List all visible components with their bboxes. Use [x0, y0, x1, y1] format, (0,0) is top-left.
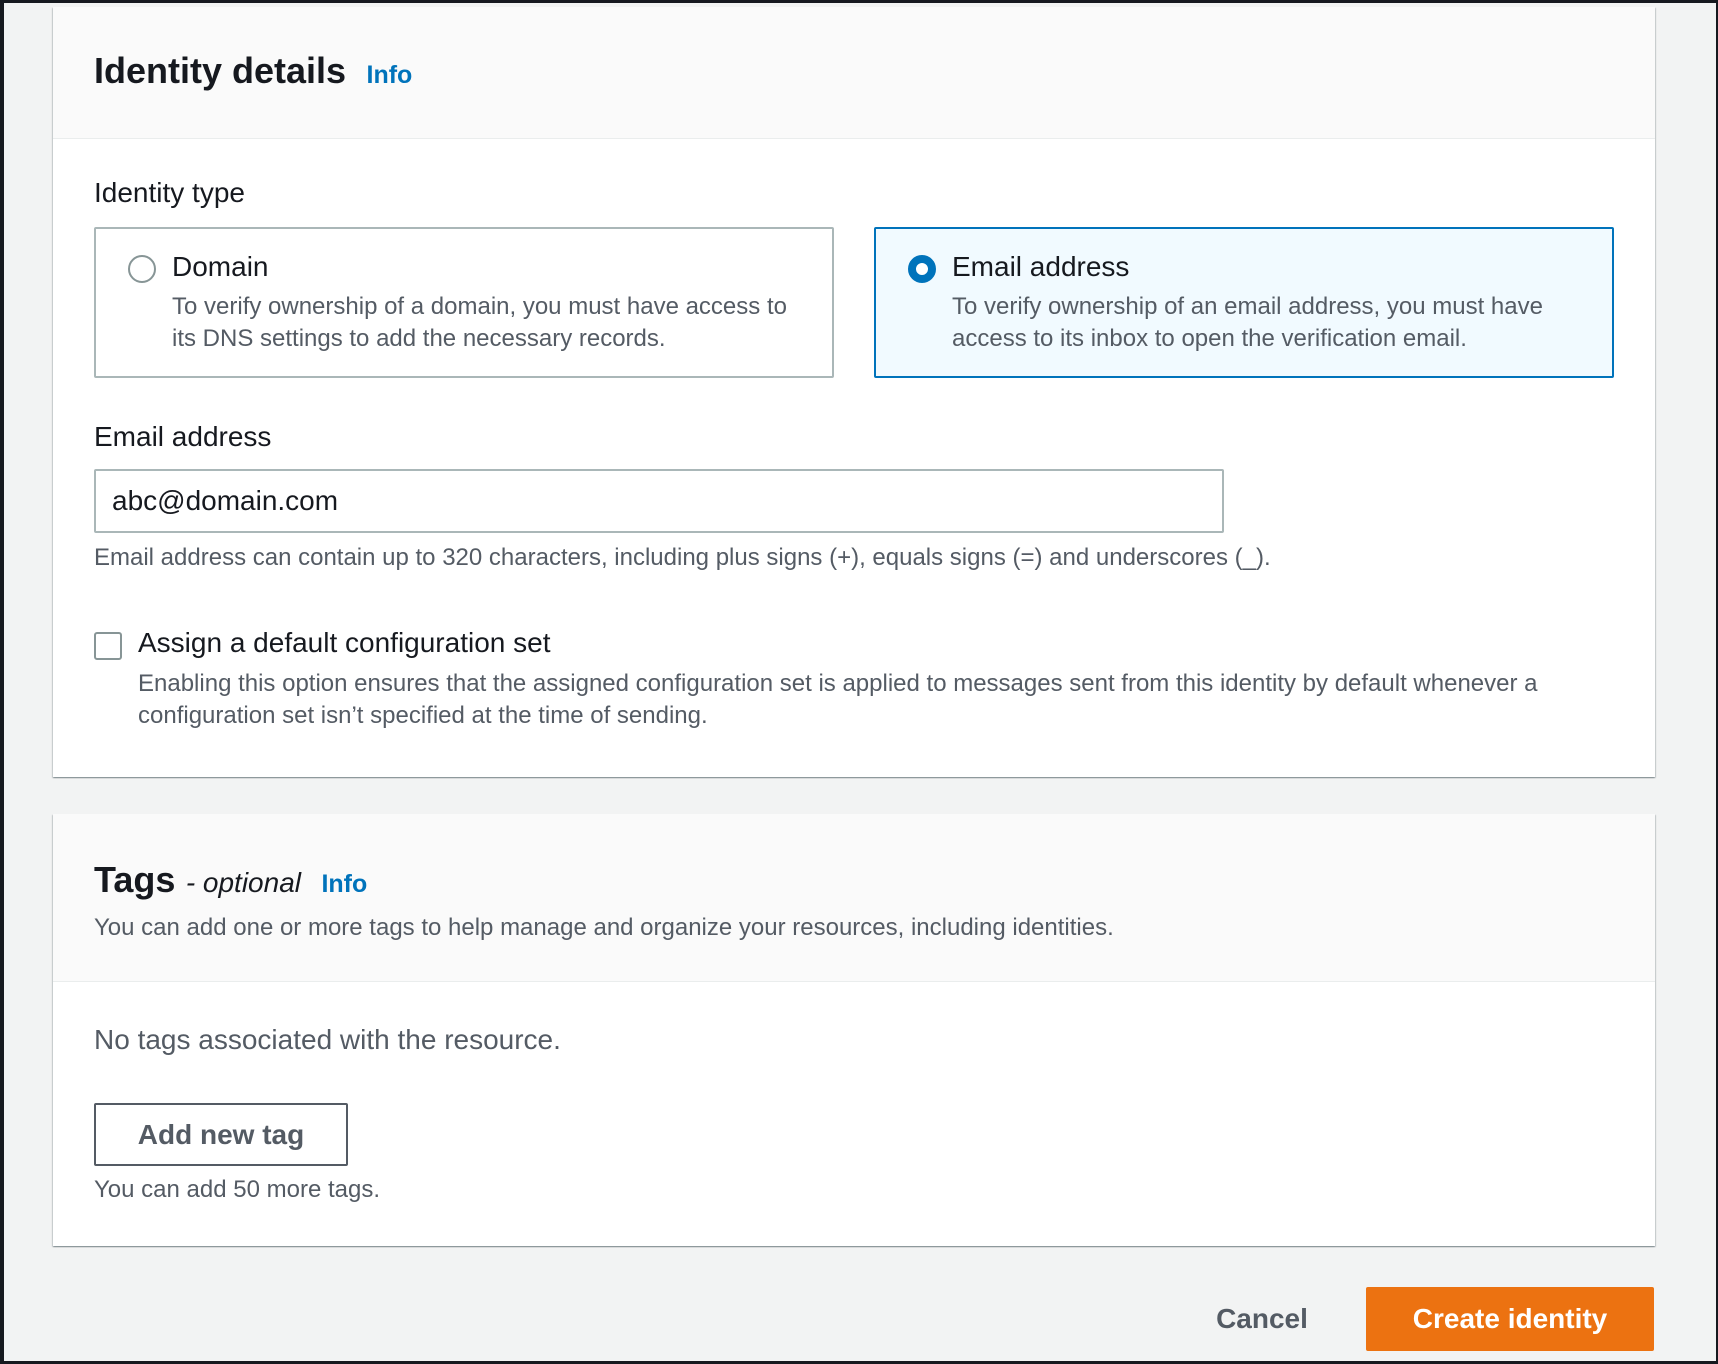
cancel-button[interactable]: Cancel [1187, 1287, 1337, 1351]
tags-panel: Tags - optional Info You can add one or … [53, 814, 1655, 1246]
tags-info-link[interactable]: Info [321, 870, 367, 899]
add-new-tag-button[interactable]: Add new tag [94, 1103, 348, 1166]
create-identity-button[interactable]: Create identity [1366, 1287, 1654, 1351]
identity-type-label: Identity type [94, 177, 245, 208]
identity-details-panel: Identity details Info Identity type Doma… [53, 7, 1655, 777]
default-config-set-description: Enabling this option ensures that the as… [138, 670, 1538, 729]
identity-type-email-tile[interactable]: Email address To verify ownership of an … [874, 227, 1614, 378]
identity-details-title: Identity details [94, 50, 347, 91]
email-address-radio[interactable] [908, 255, 936, 283]
email-address-input[interactable] [94, 469, 1224, 533]
domain-option-description: To verify ownership of a domain, you mus… [172, 293, 787, 352]
tags-title: Tags [94, 859, 176, 900]
email-address-label: Email address [94, 421, 272, 452]
domain-option-title: Domain [172, 251, 269, 282]
default-config-set-checkbox[interactable] [94, 632, 122, 660]
identity-type-domain-tile[interactable]: Domain To verify ownership of a domain, … [94, 227, 834, 378]
tags-empty-text: No tags associated with the resource. [94, 1024, 561, 1055]
default-config-set-label[interactable]: Assign a default configuration set [138, 627, 550, 659]
tags-limit-text: You can add 50 more tags. [94, 1176, 380, 1203]
tags-description: You can add one or more tags to help man… [94, 914, 1114, 941]
tags-optional-label: - optional [185, 867, 301, 898]
email-option-title: Email address [952, 251, 1130, 282]
identity-details-info-link[interactable]: Info [367, 61, 413, 90]
tags-header: Tags - optional Info You can add one or … [53, 814, 1655, 982]
domain-radio[interactable] [128, 255, 156, 283]
page-frame: Identity details Info Identity type Doma… [0, 0, 1718, 1364]
email-option-description: To verify ownership of an email address,… [952, 293, 1543, 352]
identity-details-header: Identity details Info [53, 7, 1655, 139]
email-address-hint: Email address can contain up to 320 char… [94, 544, 1271, 571]
